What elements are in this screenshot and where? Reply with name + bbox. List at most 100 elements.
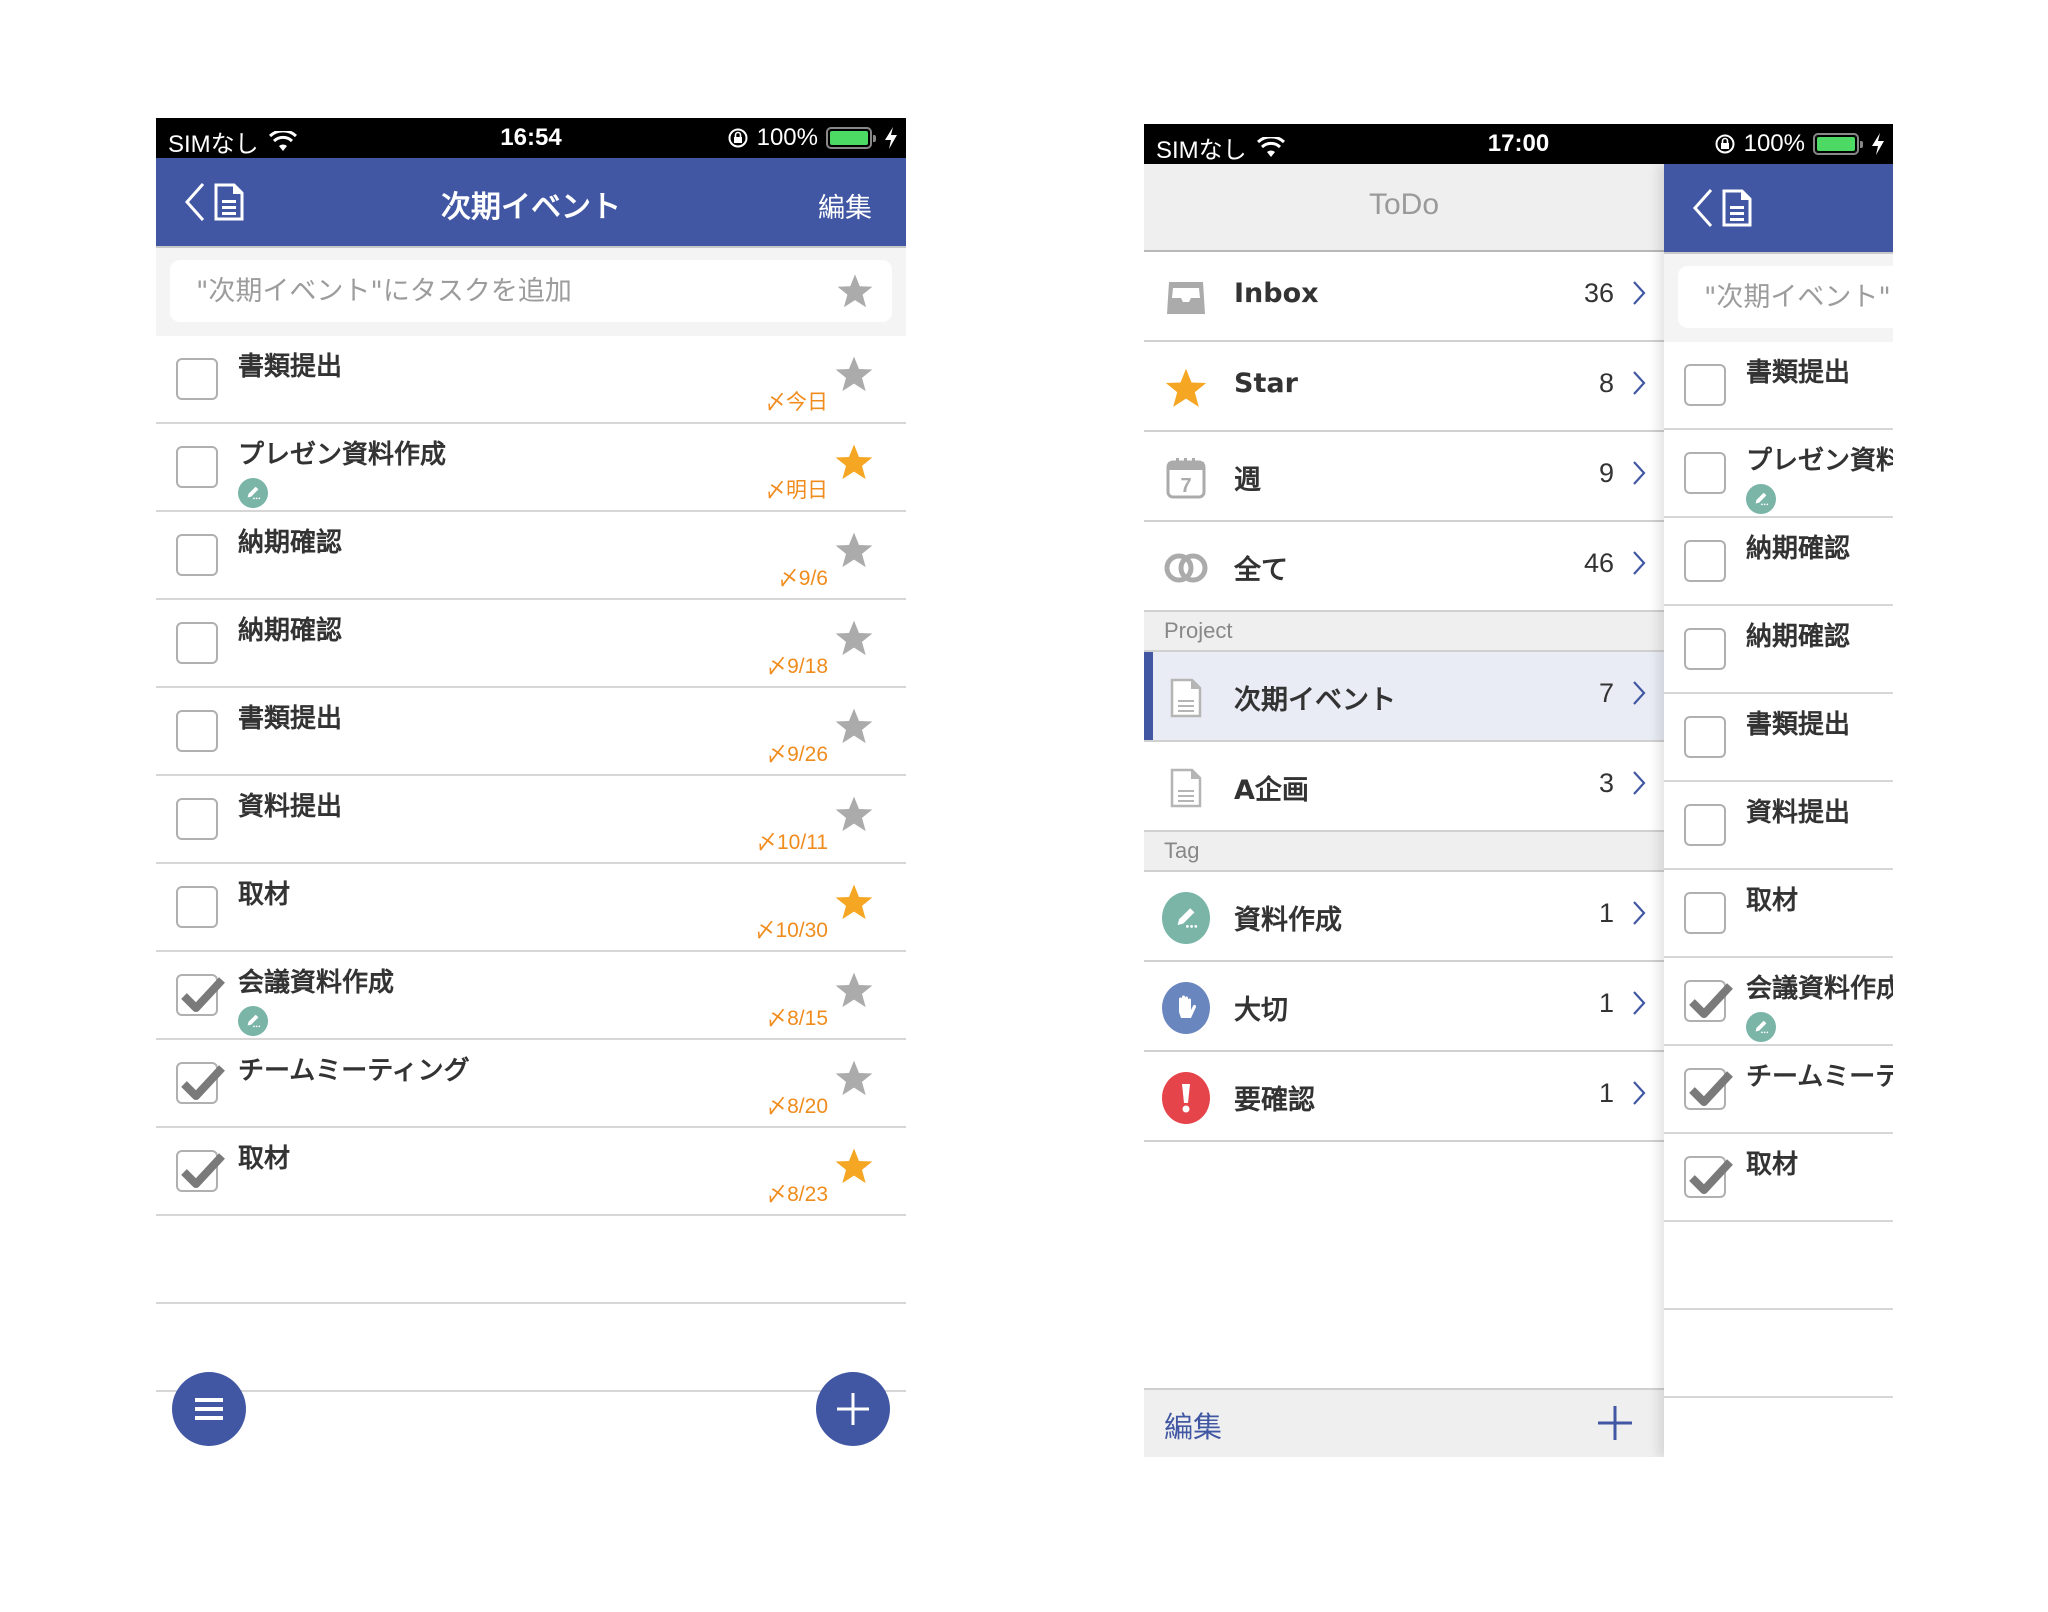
task-row[interactable]: プレゼン資料作成〆明日 — [156, 424, 906, 512]
star-icon[interactable] — [834, 970, 874, 1010]
sidebar-item-projects[interactable]: 次期イベント 7 — [1144, 652, 1664, 742]
star-icon[interactable] — [834, 1058, 874, 1098]
star-icon[interactable] — [834, 706, 874, 746]
star-icon — [1162, 364, 1210, 412]
task-checkbox[interactable] — [1684, 804, 1726, 846]
task-row[interactable]: 取材 〆8/23 — [156, 1128, 906, 1216]
task-row[interactable]: 書類提出 — [1664, 694, 1893, 782]
task-row[interactable]: 書類提出 〆今日 — [156, 336, 906, 424]
task-row[interactable]: 納期確認 〆9/18 — [156, 600, 906, 688]
task-checkbox[interactable] — [1684, 1068, 1733, 1110]
back-button[interactable] — [1692, 188, 1752, 228]
due-date: 〆9/6 — [778, 562, 828, 592]
task-row[interactable]: 納期確認 〆9/6 — [156, 512, 906, 600]
due-date: 〆明日 — [765, 474, 828, 504]
edit-button[interactable]: 編集 — [818, 186, 872, 225]
sidebar-item-projects[interactable]: A企画 3 — [1144, 742, 1664, 832]
task-checkbox[interactable] — [1684, 628, 1726, 670]
task-row[interactable]: 取材 — [1664, 1134, 1893, 1222]
task-checkbox[interactable] — [1684, 892, 1726, 934]
task-name: 資料提出 — [1746, 798, 1851, 828]
due-prefix: 〆 — [765, 391, 786, 414]
star-icon[interactable] — [834, 1146, 874, 1186]
sidebar-item-label: 要確認 — [1234, 1085, 1315, 1116]
task-checkbox[interactable] — [176, 622, 218, 664]
task-checkbox[interactable] — [176, 534, 218, 576]
task-name: プレゼン資料作成 — [238, 440, 447, 470]
hand-icon — [1162, 982, 1210, 1034]
add-task-button[interactable] — [816, 1372, 890, 1446]
task-list-panel-peek[interactable]: 書類提出プレゼン資料作成納期確認納期確認書類提出資料提出取材会議資料作成チームミ… — [1664, 164, 1893, 1457]
menu-button[interactable] — [172, 1372, 246, 1446]
due-prefix: 〆 — [766, 743, 788, 766]
sidebar-item-label: 週 — [1234, 465, 1261, 496]
star-icon[interactable] — [834, 354, 874, 394]
task-checkbox[interactable] — [1684, 1156, 1733, 1198]
task-checkbox[interactable] — [1684, 540, 1726, 582]
checkmark-icon — [1689, 983, 1733, 1018]
add-task-input[interactable] — [196, 275, 892, 307]
due-prefix: 〆 — [754, 919, 776, 942]
sidebar-item-label: 資料作成 — [1234, 905, 1342, 936]
task-checkbox[interactable] — [1684, 364, 1726, 406]
chevron-right-icon — [1633, 991, 1646, 1015]
chevron-right-icon — [1633, 281, 1646, 305]
task-checkbox[interactable] — [176, 358, 218, 400]
task-checkbox[interactable] — [1684, 980, 1733, 1022]
task-name: 取材 — [1746, 1150, 1799, 1180]
tag-badge — [1746, 1012, 1776, 1042]
task-row[interactable]: 取材 〆10/30 — [156, 864, 906, 952]
inbox-icon — [1162, 274, 1210, 322]
battery-icon — [1813, 133, 1863, 155]
add-task-field[interactable] — [1678, 266, 1893, 328]
sidebar-item-label: Star — [1234, 368, 1298, 399]
sidebar-edit-button[interactable]: 編集 — [1164, 1404, 1222, 1446]
task-checkbox[interactable] — [176, 446, 218, 488]
task-row[interactable]: チームミーティング — [1664, 1046, 1893, 1134]
due-date: 〆8/15 — [766, 1002, 828, 1032]
sidebar-item-smart_lists[interactable]: Inbox 36 — [1144, 252, 1664, 342]
sidebar-item-smart_lists[interactable]: 全て 46 — [1144, 522, 1664, 612]
add-task-input[interactable] — [1704, 281, 1893, 313]
sidebar-item-tags[interactable]: 資料作成 1 — [1144, 872, 1664, 962]
sidebar-item-tags[interactable]: 大切 1 — [1144, 962, 1664, 1052]
task-row[interactable]: 資料提出 〆10/11 — [156, 776, 906, 864]
hand-icon — [1179, 995, 1197, 1018]
star-icon[interactable] — [834, 530, 874, 570]
due-date-value: 9/26 — [787, 743, 828, 766]
task-checkbox[interactable] — [1684, 452, 1726, 494]
task-row[interactable]: 会議資料作成 — [1664, 958, 1893, 1046]
sidebar-item-smart_lists[interactable]: Star 8 — [1144, 342, 1664, 432]
task-checkbox[interactable] — [176, 710, 218, 752]
task-row[interactable]: 取材 — [1664, 870, 1893, 958]
task-row[interactable]: 納期確認 — [1664, 518, 1893, 606]
task-row[interactable]: 書類提出 — [1664, 342, 1893, 430]
sidebar-item-count: 1 — [1598, 988, 1614, 1018]
empty-row — [156, 1216, 906, 1304]
add-list-button[interactable] — [1596, 1404, 1634, 1442]
task-row[interactable]: 納期確認 — [1664, 606, 1893, 694]
add-task-field[interactable] — [170, 260, 892, 322]
task-checkbox[interactable] — [176, 1062, 225, 1104]
star-icon[interactable] — [836, 272, 874, 310]
star-icon[interactable] — [834, 882, 874, 922]
task-row[interactable]: 会議資料作成 〆8/15 — [156, 952, 906, 1040]
star-icon[interactable] — [834, 618, 874, 658]
task-checkbox[interactable] — [176, 1150, 225, 1192]
task-row[interactable]: チームミーティング 〆8/20 — [156, 1040, 906, 1128]
empty-row — [1664, 1310, 1893, 1398]
due-date-value: 10/11 — [777, 831, 828, 854]
task-checkbox[interactable] — [1684, 716, 1726, 758]
task-checkbox[interactable] — [176, 886, 218, 928]
task-row[interactable]: プレゼン資料作成 — [1664, 430, 1893, 518]
star-icon[interactable] — [834, 794, 874, 834]
task-checkbox[interactable] — [176, 798, 218, 840]
star-icon[interactable] — [834, 442, 874, 482]
sidebar-item-label: A企画 — [1234, 775, 1309, 806]
sidebar-item-smart_lists[interactable]: 7 週 9 — [1144, 432, 1664, 522]
task-row[interactable]: 書類提出 〆9/26 — [156, 688, 906, 776]
task-row[interactable]: 資料提出 — [1664, 782, 1893, 870]
sidebar-item-tags[interactable]: 要確認 1 — [1144, 1052, 1664, 1142]
sidebar-item-label: 大切 — [1234, 995, 1288, 1026]
task-checkbox[interactable] — [176, 974, 225, 1016]
